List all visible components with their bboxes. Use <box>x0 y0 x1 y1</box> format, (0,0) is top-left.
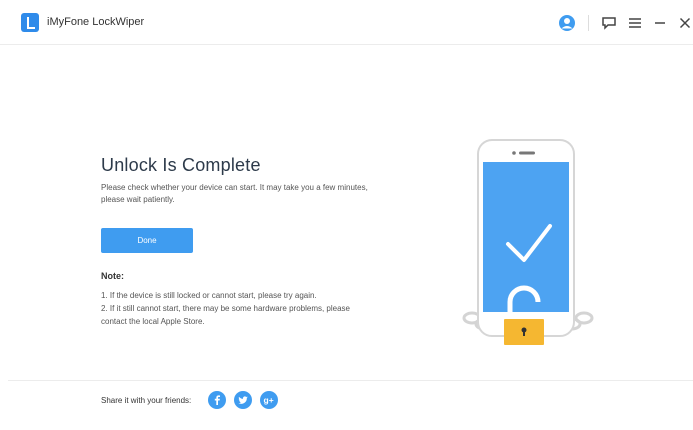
minimize-icon[interactable] <box>651 14 669 32</box>
close-icon[interactable] <box>676 14 693 32</box>
google-plus-icon[interactable]: g+ <box>260 391 278 409</box>
user-icon[interactable] <box>558 14 576 32</box>
twitter-icon[interactable] <box>234 391 252 409</box>
note-line: contact the local Apple Store. <box>101 317 205 326</box>
page-title: Unlock Is Complete <box>101 155 261 175</box>
facebook-icon[interactable] <box>208 391 226 409</box>
note-line: 2. If it still cannot start, there may b… <box>101 304 351 313</box>
footer-divider <box>8 380 693 381</box>
done-button[interactable]: Done <box>101 228 193 253</box>
app-logo-icon <box>21 13 39 32</box>
svg-text:g+: g+ <box>264 395 274 405</box>
app-title: iMyFone LockWiper <box>47 16 145 28</box>
title-bar: iMyFone LockWiper <box>0 0 693 45</box>
unlocked-phone-illustration <box>462 139 594 345</box>
note-title: Note: <box>101 271 124 281</box>
note-line: 1. If the device is still locked or cann… <box>101 291 317 300</box>
share-label: Share it with your friends: <box>101 396 192 405</box>
titlebar-separator <box>588 15 589 31</box>
feedback-icon[interactable] <box>600 14 618 32</box>
completion-description: Please check whether your device can sta… <box>101 183 368 204</box>
menu-icon[interactable] <box>626 14 644 32</box>
